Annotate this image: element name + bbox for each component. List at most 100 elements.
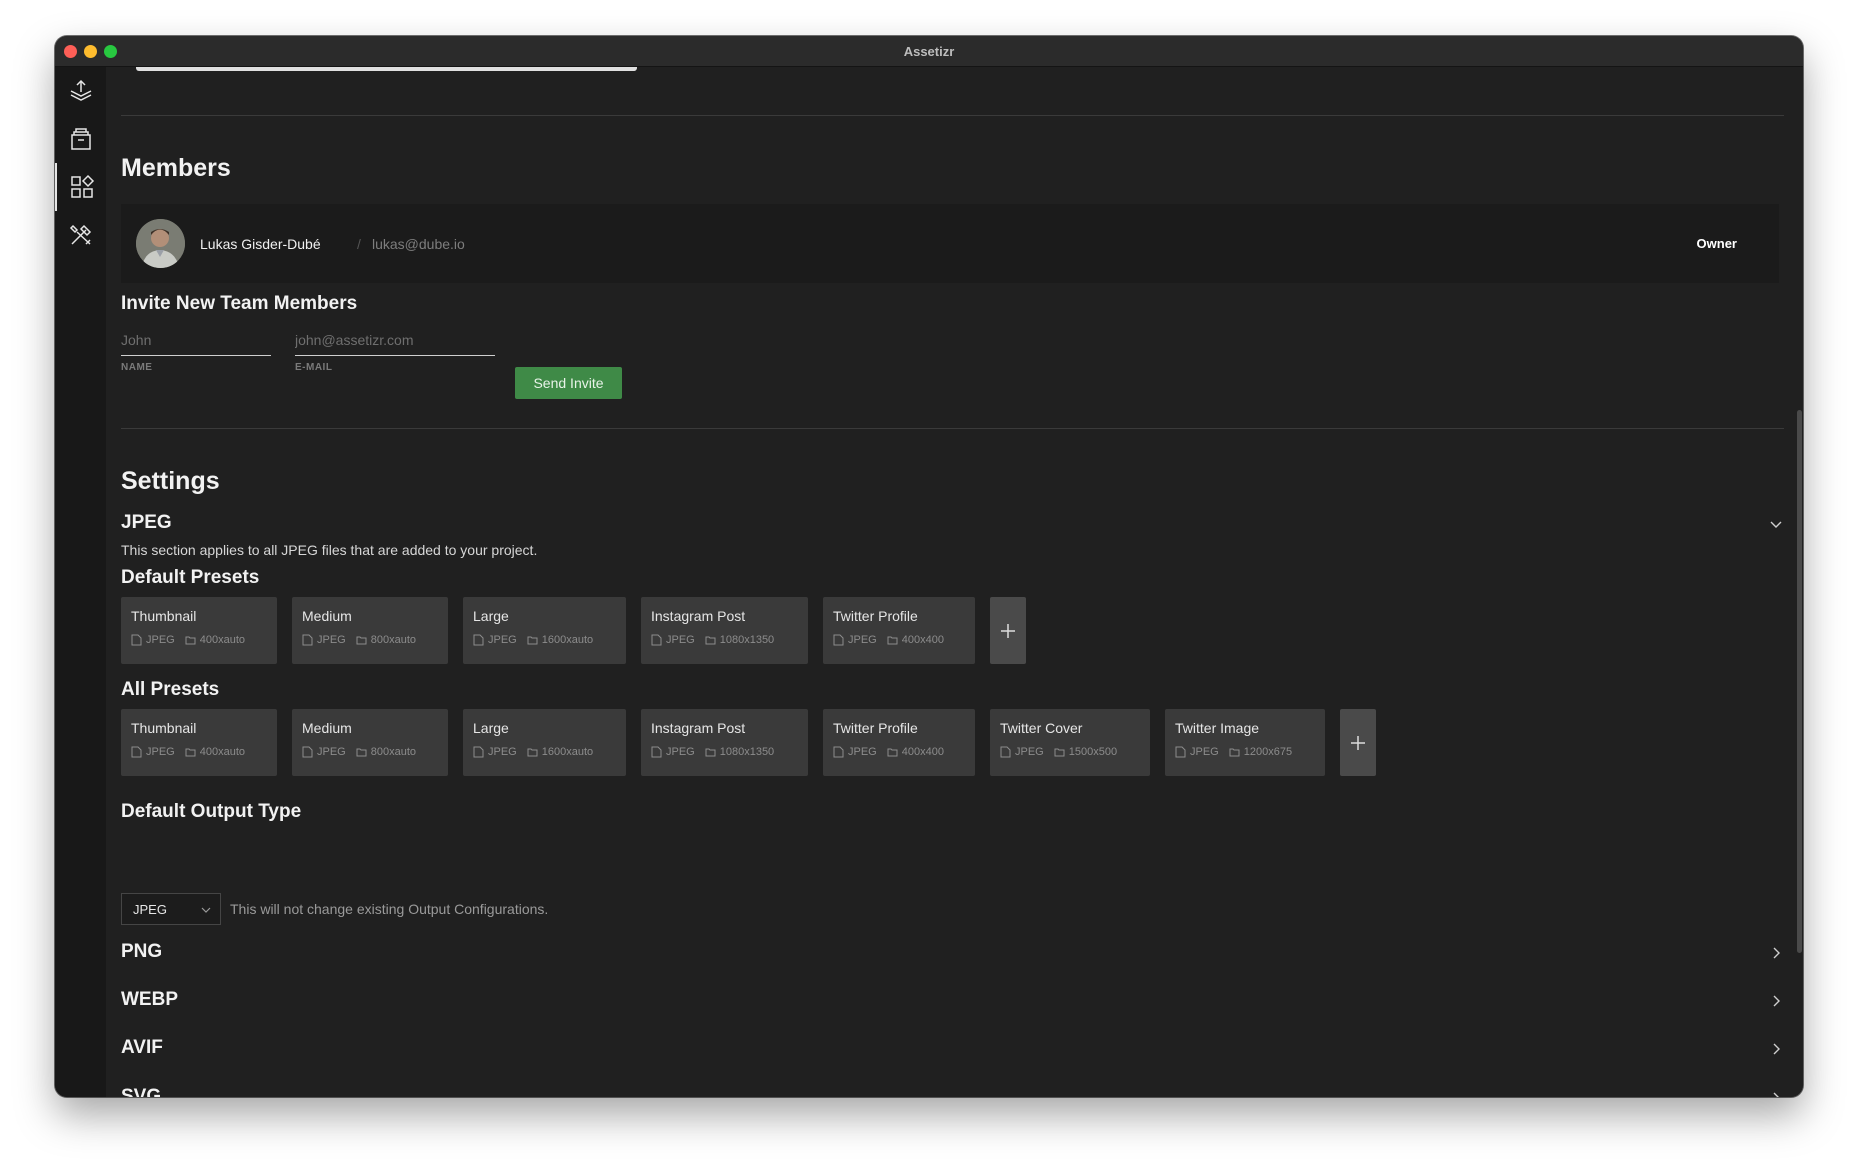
preset-size: 1500x500 xyxy=(1068,746,1118,758)
preset-card[interactable]: Twitter Profile JPEG 400x400 xyxy=(823,709,975,776)
preset-card[interactable]: Large JPEG 1600xauto xyxy=(463,597,626,664)
member-row: Lukas Gisder-Dubé / lukas@dube.io Owner xyxy=(121,204,1779,283)
png-section-header[interactable]: PNG xyxy=(121,941,1783,967)
preset-card[interactable]: Thumbnail JPEG 400xauto xyxy=(121,709,277,776)
webp-section-header[interactable]: WEBP xyxy=(121,989,1783,1015)
preset-meta: JPEG 1500x500 xyxy=(1000,746,1140,758)
preset-format: JPEG xyxy=(317,746,346,758)
preset-card[interactable]: Medium JPEG 800xauto xyxy=(292,709,448,776)
avif-section-title: AVIF xyxy=(121,1037,163,1058)
preset-card[interactable]: Instagram Post JPEG 1080x1350 xyxy=(641,709,808,776)
preset-name: Medium xyxy=(302,608,352,624)
preset-format: JPEG xyxy=(1015,746,1044,758)
preset-format: JPEG xyxy=(146,634,175,646)
preset-meta: JPEG 1080x1350 xyxy=(651,746,798,758)
preset-size: 400x400 xyxy=(901,746,944,758)
sidebar-item-apps[interactable] xyxy=(55,163,106,211)
preset-name: Thumbnail xyxy=(131,720,197,736)
output-type-select[interactable]: JPEG xyxy=(121,893,221,925)
preset-format: JPEG xyxy=(146,746,175,758)
horizontal-scroll-indicator xyxy=(136,67,637,71)
folder-icon xyxy=(705,636,716,645)
sidebar-item-upload[interactable] xyxy=(55,67,106,115)
svg-section-header[interactable]: SVG xyxy=(121,1086,1783,1097)
preset-size: 400xauto xyxy=(199,746,245,758)
folder-icon xyxy=(185,748,196,757)
preset-format: JPEG xyxy=(848,634,877,646)
webp-section-title: WEBP xyxy=(121,989,178,1010)
preset-meta: JPEG 1600xauto xyxy=(473,746,616,758)
default-presets-heading: Default Presets xyxy=(121,567,260,588)
email-field-label: E-MAIL xyxy=(295,362,333,373)
grid-apps-icon xyxy=(70,174,94,198)
preset-format: JPEG xyxy=(666,634,695,646)
preset-card[interactable]: Large JPEG 1600xauto xyxy=(463,709,626,776)
output-type-value: JPEG xyxy=(133,902,167,917)
preset-card[interactable]: Thumbnail JPEG 400xauto xyxy=(121,597,277,664)
jpeg-section-title: JPEG xyxy=(121,512,172,533)
preset-card[interactable]: Twitter Cover JPEG 1500x500 xyxy=(990,709,1150,776)
send-invite-button[interactable]: Send Invite xyxy=(515,367,622,399)
add-preset-button[interactable] xyxy=(1340,709,1376,776)
preset-name: Twitter Cover xyxy=(1000,720,1083,736)
preset-name: Thumbnail xyxy=(131,608,197,624)
preset-name: Twitter Profile xyxy=(833,608,918,624)
invite-email-input[interactable] xyxy=(295,325,495,356)
sidebar-item-archive[interactable] xyxy=(55,115,106,163)
file-icon xyxy=(833,634,844,646)
folder-icon xyxy=(356,748,367,757)
avif-section-header[interactable]: AVIF xyxy=(121,1037,1783,1063)
preset-meta: JPEG 400xauto xyxy=(131,746,267,758)
member-role: Owner xyxy=(1696,236,1737,251)
title-bar: Assetizr xyxy=(55,36,1803,67)
preset-name: Medium xyxy=(302,720,352,736)
folder-icon xyxy=(705,748,716,757)
preset-meta: JPEG 400xauto xyxy=(131,634,267,646)
vertical-scrollbar[interactable] xyxy=(1795,67,1803,1097)
preset-card[interactable]: Medium JPEG 800xauto xyxy=(292,597,448,664)
name-field-label: NAME xyxy=(121,362,153,373)
preset-format: JPEG xyxy=(848,746,877,758)
preset-card[interactable]: Twitter Profile JPEG 400x400 xyxy=(823,597,975,664)
app-window: Assetizr Members Lukas Gisder-Dubé / luk… xyxy=(55,36,1803,1097)
member-name: Lukas Gisder-Dubé xyxy=(200,236,321,252)
folder-icon xyxy=(887,636,898,645)
upload-stack-icon xyxy=(70,79,91,101)
output-type-note: This will not change existing Output Con… xyxy=(230,901,549,917)
preset-size: 800xauto xyxy=(370,746,416,758)
scrollbar-thumb[interactable] xyxy=(1797,410,1802,953)
plus-icon xyxy=(1001,623,1015,638)
file-icon xyxy=(302,746,313,758)
preset-card[interactable]: Twitter Image JPEG 1200x675 xyxy=(1165,709,1325,776)
preset-format: JPEG xyxy=(317,634,346,646)
preset-size: 1080x1350 xyxy=(719,746,775,758)
invite-name-input[interactable] xyxy=(121,325,271,356)
file-icon xyxy=(833,746,844,758)
sidebar-item-tools[interactable] xyxy=(55,211,106,259)
window-title: Assetizr xyxy=(903,44,955,59)
preset-size: 800xauto xyxy=(370,634,416,646)
preset-name: Instagram Post xyxy=(651,608,746,624)
file-icon xyxy=(473,634,484,646)
preset-name: Large xyxy=(473,608,509,624)
add-default-preset-button[interactable] xyxy=(990,597,1026,664)
preset-name: Instagram Post xyxy=(651,720,746,736)
chevron-down-icon xyxy=(1770,521,1782,528)
all-presets-heading: All Presets xyxy=(121,679,220,700)
png-section-title: PNG xyxy=(121,941,163,962)
preset-size: 1600xauto xyxy=(541,746,594,758)
settings-heading: Settings xyxy=(121,467,220,495)
preset-size: 1200x675 xyxy=(1243,746,1293,758)
chevron-right-icon xyxy=(1773,947,1780,959)
file-icon xyxy=(302,634,313,646)
folder-icon xyxy=(527,636,538,645)
jpeg-section-header[interactable]: JPEG xyxy=(121,512,1783,538)
folder-icon xyxy=(1229,748,1240,757)
member-email: lukas@dube.io xyxy=(372,236,465,252)
svg-section-title: SVG xyxy=(121,1086,162,1097)
chevron-right-icon xyxy=(1773,1043,1780,1055)
chevron-right-icon xyxy=(1773,1092,1779,1097)
main-content: Members Lukas Gisder-Dubé / lukas@dube.i… xyxy=(106,67,1803,1097)
preset-card[interactable]: Instagram Post JPEG 1080x1350 xyxy=(641,597,808,664)
preset-size: 1600xauto xyxy=(541,634,594,646)
